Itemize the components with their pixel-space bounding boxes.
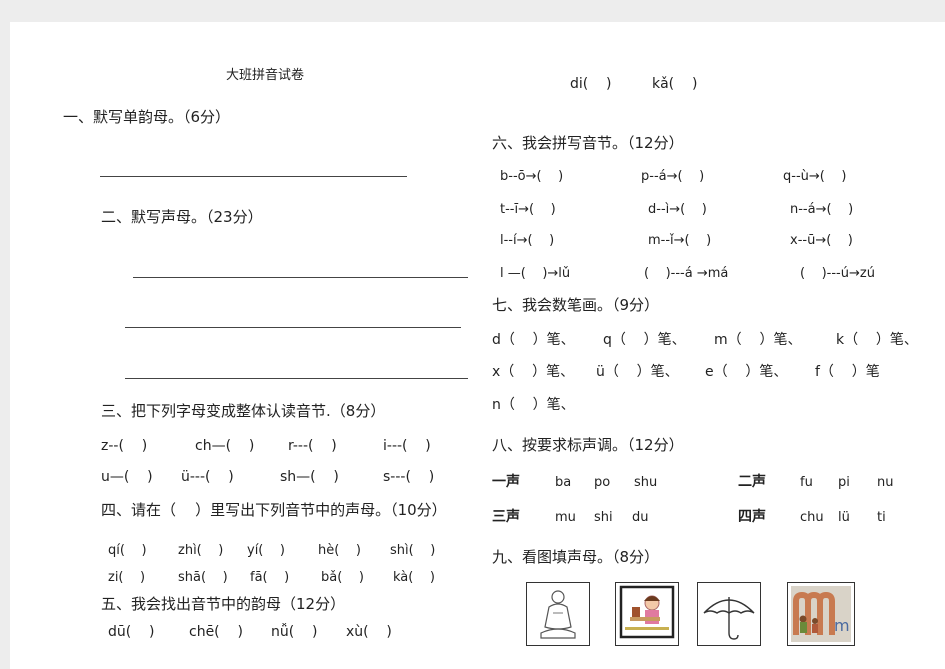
tone-label-4: 四声 [738,509,766,525]
section-6-heading: 六、我会拼写音节。（12分） [492,134,684,152]
top-right-item[interactable]: di( ) [570,77,612,91]
tone-item[interactable]: nu [877,476,893,489]
tone-item[interactable]: fu [800,476,813,489]
letter-card-text: m [834,616,850,635]
section-7-heading: 七、我会数笔画。（9分） [492,296,660,314]
s7-item[interactable]: k（ ）笔、 [836,333,918,347]
tone-item[interactable]: po [594,476,610,489]
s5-item[interactable]: chē( ) [189,625,243,639]
s7-item[interactable]: q（ ）笔、 [603,333,686,347]
tone-item[interactable]: lü [838,511,850,524]
tone-label-1: 一声 [492,474,520,490]
tone-item[interactable]: mu [555,511,576,524]
answer-line-2[interactable] [133,277,468,278]
tone-item[interactable]: chu [800,511,824,524]
top-right-item[interactable]: kǎ( ) [652,77,697,91]
s4-item[interactable]: shì( ) [390,544,435,557]
section-1-heading: 一、默写单韵母。（6分） [63,108,231,126]
answer-line-4[interactable] [125,378,468,379]
letter-m-card-picture: m [787,582,855,646]
s3-item[interactable]: z--( ) [101,439,147,453]
s3-item[interactable]: s---( ) [383,470,434,484]
s6-item[interactable]: q--ù→( ) [783,170,846,183]
s4-item[interactable]: kà( ) [393,571,435,584]
s3-item[interactable]: ü---( ) [181,470,234,484]
s4-item[interactable]: yí( ) [247,544,285,557]
s4-item[interactable]: qí( ) [108,544,147,557]
tone-label-2: 二声 [738,474,766,490]
buddha-statue-picture [526,582,590,646]
tone-item[interactable]: ti [877,511,886,524]
girl-reading-picture [615,582,679,646]
s6-item[interactable]: p--á→( ) [641,170,704,183]
section-5-heading: 五、我会找出音节中的韵母（12分） [101,595,346,613]
s6-item[interactable]: l —( )→lǔ [500,267,570,280]
s3-item[interactable]: u—( ) [101,470,153,484]
s3-item[interactable]: ch—( ) [195,439,254,453]
s7-item[interactable]: x（ ）笔、 [492,365,574,379]
s6-item[interactable]: m--ǐ→( ) [648,234,711,247]
s7-item[interactable]: ü（ ）笔、 [596,365,679,379]
s3-item[interactable]: r---( ) [288,439,337,453]
s6-item[interactable]: n--á→( ) [790,203,853,216]
s4-item[interactable]: hè( ) [318,544,361,557]
s6-item[interactable]: l--í→( ) [500,234,554,247]
s5-item[interactable]: nǚ( ) [271,625,317,639]
s6-item[interactable]: t--ī→( ) [500,203,556,216]
s6-item[interactable]: d--ì→( ) [648,203,707,216]
s5-item[interactable]: dū( ) [108,625,154,639]
s3-item[interactable]: i---( ) [383,439,431,453]
tone-item[interactable]: shi [594,511,613,524]
section-3-heading: 三、把下列字母变成整体认读音节.（8分） [101,402,386,420]
s4-item[interactable]: zhì( ) [178,544,223,557]
s7-item[interactable]: m（ ）笔、 [714,333,801,347]
s4-item[interactable]: bǎ( ) [321,571,364,584]
exam-title: 大班拼音试卷 [226,68,305,83]
tone-item[interactable]: pi [838,476,850,489]
tone-item[interactable]: du [632,511,649,524]
s4-item[interactable]: shā( ) [178,571,228,584]
s3-item[interactable]: sh—( ) [280,470,339,484]
s4-item[interactable]: zi( ) [108,571,145,584]
s6-item[interactable]: b--ō→( ) [500,170,563,183]
answer-line-1[interactable] [100,176,407,177]
s4-item[interactable]: fā( ) [250,571,289,584]
section-2-heading: 二、默写声母。（23分） [101,208,263,226]
section-9-heading: 九、看图填声母。（8分） [492,548,660,566]
s7-item[interactable]: d（ ）笔、 [492,333,575,347]
s7-item[interactable]: e（ ）笔、 [705,365,787,379]
s6-item[interactable]: ( )---ú→zú [800,267,875,280]
s5-item[interactable]: xù( ) [346,625,392,639]
s7-item[interactable]: f（ ）笔 [815,365,880,379]
umbrella-picture [697,582,761,646]
s7-item[interactable]: n（ ）笔、 [492,398,575,412]
tone-item[interactable]: ba [555,476,571,489]
section-8-heading: 八、按要求标声调。（12分） [492,436,684,454]
s6-item[interactable]: ( )---á →má [644,267,728,280]
answer-line-3[interactable] [125,327,461,328]
section-4-heading: 四、请在（ ）里写出下列音节中的声母。（10分） [101,501,447,519]
tone-label-3: 三声 [492,509,520,525]
s6-item[interactable]: x--ū→( ) [790,234,853,247]
tone-item[interactable]: shu [634,476,657,489]
